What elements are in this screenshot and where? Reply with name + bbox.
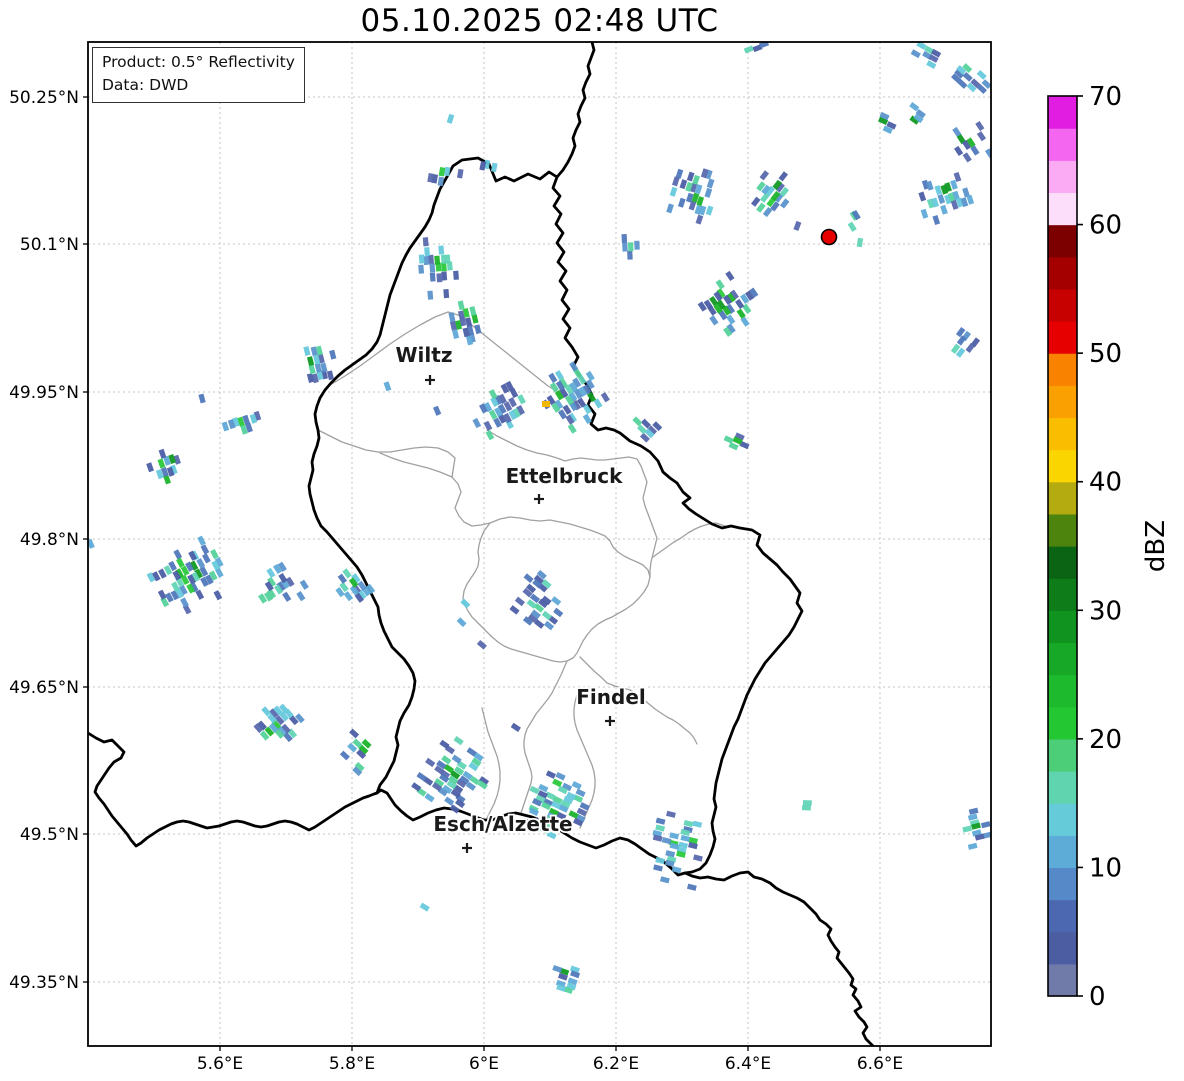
lon-tick-label: 6.2°E — [593, 1054, 639, 1074]
colorbar-segment — [1048, 385, 1077, 419]
radar-site-marker — [820, 228, 838, 246]
plot-background — [88, 42, 991, 1046]
product-info-line2: Data: DWD — [102, 76, 189, 94]
colorbar-segment — [1048, 738, 1077, 772]
colorbar-unit-label: dBZ — [1141, 520, 1171, 572]
echo-cell — [441, 271, 448, 281]
colorbar-segment — [1048, 288, 1077, 322]
colorbar-segment — [1048, 610, 1077, 644]
lat-tick-label: 49.95°N — [9, 383, 79, 403]
colorbar-segment — [1048, 963, 1077, 997]
echo-cell — [634, 240, 640, 250]
city-label: Wiltz — [396, 343, 453, 367]
echo-cell — [427, 290, 434, 300]
city-label: Findel — [576, 685, 646, 709]
echo-cell — [621, 234, 628, 244]
lat-tick-label: 49.8°N — [20, 530, 79, 550]
echo-cell — [443, 289, 450, 299]
colorbar-segment — [1048, 160, 1077, 194]
echo-cell — [422, 237, 429, 247]
echo-cell — [622, 242, 628, 252]
lon-tick-label: 6°E — [469, 1054, 499, 1074]
echo-cell-yellow — [542, 401, 550, 407]
colorbar-tick-label: 50 — [1089, 339, 1122, 369]
colorbar-segment — [1048, 931, 1077, 965]
echo-cell — [429, 263, 436, 273]
lat-tick-label: 50.1°N — [20, 235, 79, 255]
figure-title: 05.10.2025 02:48 UTC — [360, 3, 719, 39]
echo-cell — [418, 254, 425, 264]
colorbar-segment — [1048, 192, 1077, 226]
colorbar-tick-label: 60 — [1089, 211, 1122, 241]
colorbar-segment — [1048, 899, 1077, 933]
colorbar-segment — [1048, 353, 1077, 386]
colorbar-tick-label: 0 — [1089, 982, 1106, 1012]
echo-cell — [802, 800, 812, 806]
city-label: Esch/Alzette — [433, 812, 572, 836]
colorbar-segment — [1048, 578, 1077, 611]
echo-cell — [453, 270, 459, 280]
echo-cell — [627, 242, 634, 252]
radar-map: Wiltz Ettelbruck Findel Esch/Alzette 5.6°E 5.… — [9, 41, 1171, 1074]
colorbar-segment — [1048, 771, 1077, 804]
colorbar-segment — [1048, 481, 1077, 515]
echo-cell — [438, 245, 445, 255]
colorbar-segment — [1048, 803, 1077, 836]
colorbar-segment — [1048, 96, 1077, 129]
lon-tick-label: 6.4°E — [725, 1054, 771, 1074]
echo-cell — [801, 804, 811, 811]
product-info-box: Product: 0.5° Reflectivity Data: DWD — [92, 47, 305, 103]
colorbar-segment — [1048, 642, 1077, 676]
colorbar-segment — [1048, 513, 1077, 547]
colorbar-segment — [1048, 128, 1077, 161]
colorbar-segment — [1048, 706, 1077, 740]
colorbar-segment — [1048, 321, 1077, 354]
lat-tick-label: 49.5°N — [20, 825, 79, 845]
lat-tick-label: 50.25°N — [9, 88, 79, 108]
echo-cell — [440, 254, 447, 264]
colorbar-segment — [1048, 835, 1077, 869]
colorbar-segment — [1048, 546, 1077, 579]
echo-cell — [79, 541, 87, 551]
city-label: Ettelbruck — [506, 464, 623, 488]
colorbar-tick-label: 20 — [1089, 725, 1122, 755]
colorbar-segment — [1048, 449, 1077, 483]
echo-cluster — [801, 800, 812, 811]
lon-tick-label: 6.6°E — [857, 1054, 903, 1074]
colorbar-tick-label: 40 — [1089, 468, 1122, 498]
colorbar-tick-label: 70 — [1089, 82, 1122, 112]
colorbar-tick-label: 30 — [1089, 596, 1122, 626]
colorbar-segment — [1048, 224, 1077, 258]
lat-tick-label: 49.65°N — [9, 678, 79, 698]
lat-tick-label: 49.35°N — [9, 973, 79, 993]
colorbar-segment — [1048, 256, 1077, 290]
echo-cell — [418, 264, 425, 274]
product-info-line1: Product: 0.5° Reflectivity — [102, 53, 295, 71]
colorbar-segment — [1048, 867, 1077, 901]
lon-tick-label: 5.8°E — [329, 1054, 375, 1074]
colorbar-segment — [1048, 417, 1077, 451]
echo-cell — [436, 273, 443, 283]
echo-cell — [429, 272, 436, 282]
echo-cell — [434, 255, 441, 265]
echo-cell — [424, 247, 431, 257]
echo-cell — [627, 250, 633, 260]
colorbar: 0 10 20 30 40 50 60 70 dBZ — [1047, 82, 1171, 1012]
lon-tick-label: 5.6°E — [197, 1054, 243, 1074]
colorbar-segment — [1048, 674, 1077, 708]
colorbar-tick-label: 10 — [1089, 853, 1122, 883]
